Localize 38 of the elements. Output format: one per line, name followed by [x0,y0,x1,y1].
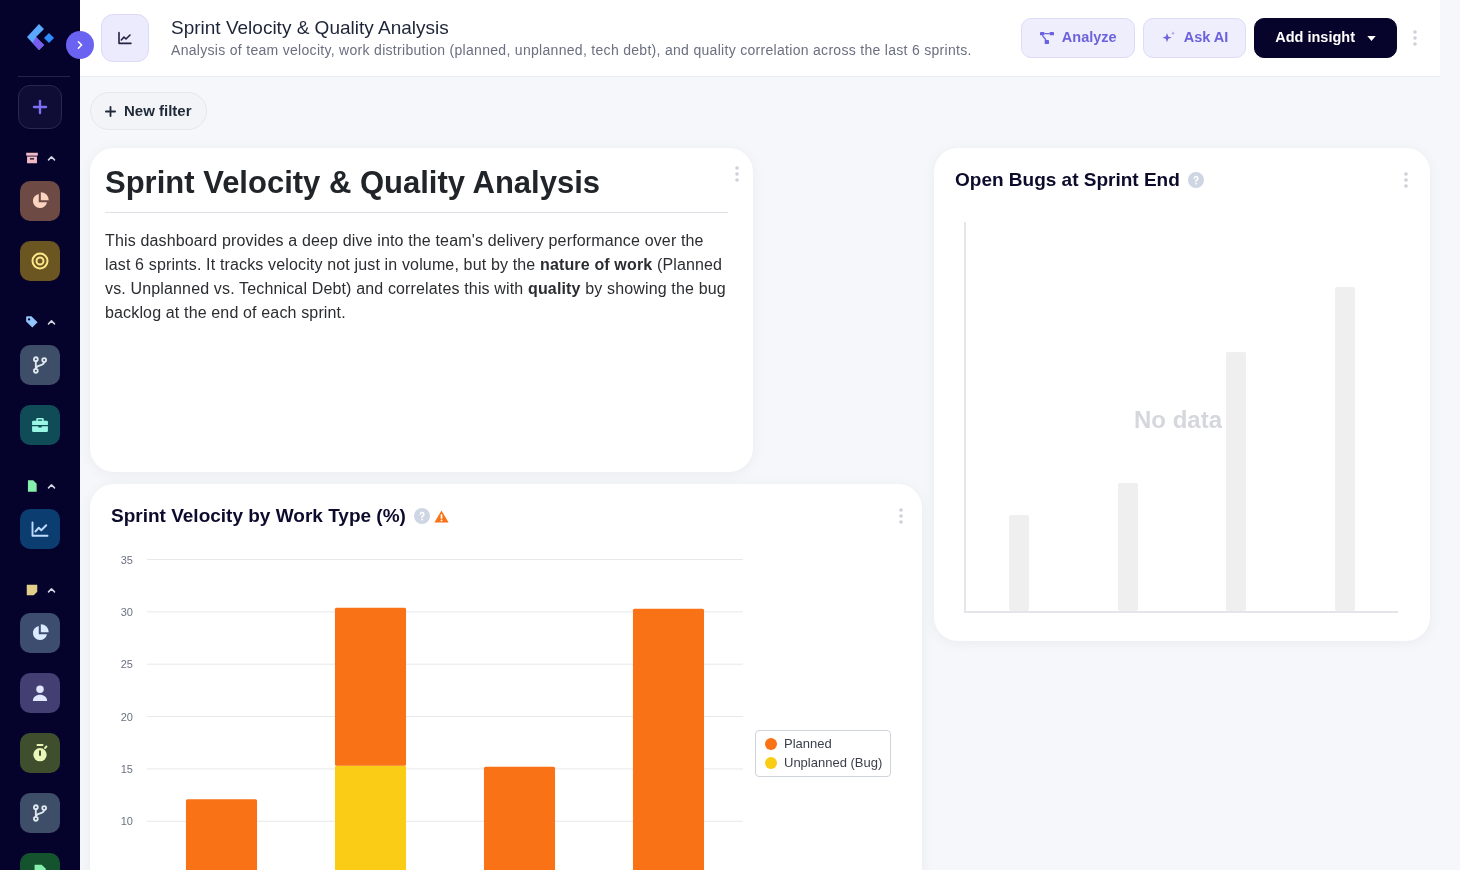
y-axis-label: 20 [120,710,133,723]
card-heading: Sprint Velocity & Quality Analysis [105,165,601,201]
y-axis-label: 15 [120,762,133,775]
new-filter-button[interactable]: New filter [90,92,207,130]
caret-up-icon[interactable] [46,155,56,161]
branch-icon[interactable] [20,345,60,385]
header-button[interactable]: Analyze [1020,18,1135,58]
pie-chart-icon[interactable] [20,613,60,653]
header-button[interactable]: Ask AI [1142,18,1247,58]
briefcase-icon[interactable] [20,405,60,445]
branch-icon[interactable] [20,793,60,833]
card-title: Open Bugs at Sprint End [955,168,1180,192]
person-icon[interactable] [20,673,60,713]
legend-label: Planned [784,736,832,752]
caret-up-icon[interactable] [46,319,56,325]
page-subtitle: Analysis of team velocity, work distribution (planned, unplanned, tech debt), and quality correlation across the last 6 sprints. [171,41,972,60]
card-paragraph: This dashboard provides a deep dive into the team's delivery performance over the last 6 sprints. It tracks velocity not just in volume, but by the nature of work (Planned vs. Unplanned vs. Technical Debt) and correlates this with quality by showing the bug backlog at the end of each sprint. [105,231,727,323]
line-chart-icon[interactable] [20,509,60,549]
pie-chart-icon[interactable] [20,181,60,221]
stopwatch-icon[interactable] [20,733,60,773]
add-insight-button[interactable]: Add insight [1254,18,1397,58]
y-axis-label: 30 [120,605,133,618]
y-axis-label: 35 [120,553,133,566]
y-axis-label: 25 [120,658,133,671]
plus-icon [105,105,116,117]
page-title: Sprint Velocity & Quality Analysis [171,16,450,40]
plus-icon [32,99,48,115]
card-title: Sprint Velocity by Work Type (%) [111,504,406,528]
warning-icon[interactable] [433,509,449,523]
legend-label: Unplanned (Bug) [784,755,883,771]
line-chart-icon [101,14,149,62]
add-button[interactable] [18,85,62,129]
y-axis-label: 10 [120,815,133,828]
chevron-right-icon [76,40,84,50]
caret-up-icon[interactable] [46,483,56,489]
target-icon[interactable] [20,241,60,281]
network-icon [1038,30,1055,46]
caret-up-icon[interactable] [46,587,56,593]
